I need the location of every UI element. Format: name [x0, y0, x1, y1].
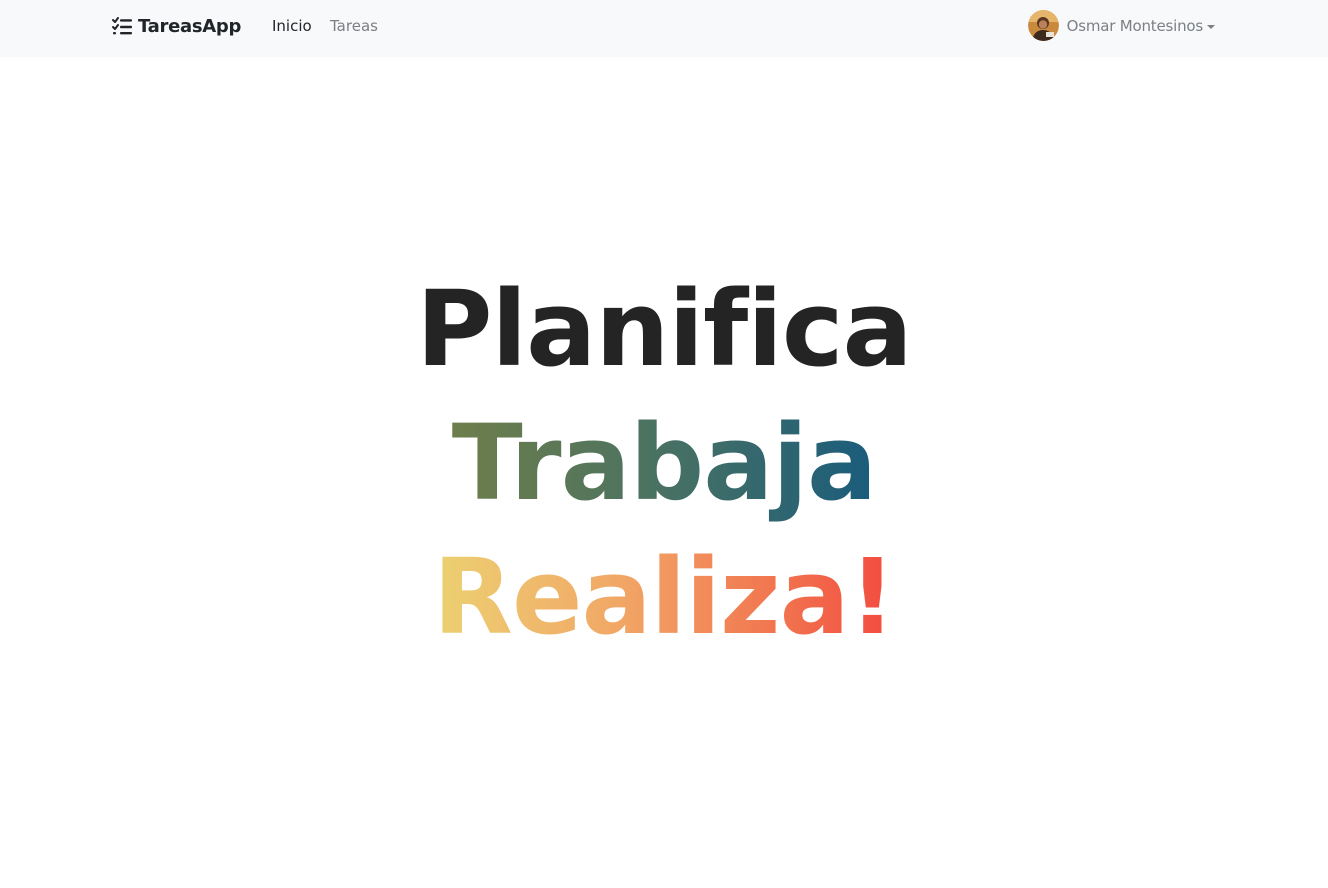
- brand-link[interactable]: TareasApp: [112, 14, 241, 38]
- hero-line-realiza: Realiza!: [0, 530, 1328, 664]
- hero-text-realiza: Realiza!: [433, 530, 896, 664]
- user-name: Osmar Montesinos: [1066, 16, 1204, 35]
- nav-link-tareas[interactable]: Tareas: [330, 17, 378, 35]
- top-navbar: TareasApp Inicio Tareas Osmar Montesinos: [0, 0, 1328, 57]
- hero-text-trabaja: Trabaja: [452, 396, 877, 530]
- hero-line-planifica: Planifica: [0, 262, 1328, 396]
- user-dropdown-toggle[interactable]: Osmar Montesinos: [1027, 10, 1215, 41]
- caret-down-icon: [1207, 24, 1215, 29]
- hero-section: Planifica Trabaja Realiza!: [0, 262, 1328, 664]
- brand-name: TareasApp: [138, 15, 242, 37]
- hero-line-trabaja: Trabaja: [0, 396, 1328, 530]
- checklist-icon: [112, 17, 132, 35]
- user-avatar: [1027, 10, 1059, 41]
- hero-text-planifica: Planifica: [416, 268, 912, 390]
- nav-link-inicio[interactable]: Inicio: [272, 17, 312, 35]
